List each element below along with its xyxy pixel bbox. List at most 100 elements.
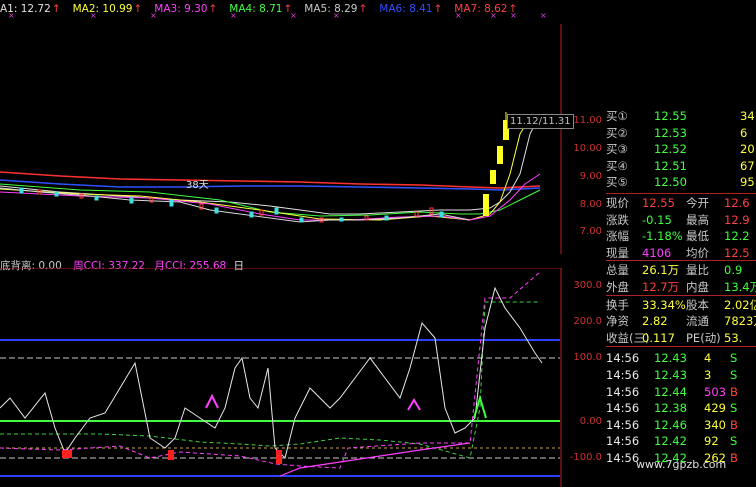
stat-row: 现价 12.55 今开 12.6 bbox=[606, 195, 756, 211]
stat-label: 换手 bbox=[606, 297, 629, 312]
stat-row: 现量 4106 均价 12.5 bbox=[606, 245, 756, 261]
tick-volume: 92 bbox=[704, 434, 719, 449]
stat-label: 净资 bbox=[606, 314, 629, 329]
bid-price: 12.51 bbox=[654, 158, 687, 173]
divider bbox=[606, 346, 756, 348]
stat-label: 总量 bbox=[606, 263, 629, 278]
bid-price: 12.52 bbox=[654, 142, 687, 157]
bid-label: 买⑤ bbox=[606, 175, 628, 190]
tick-price: 12.42 bbox=[654, 434, 687, 449]
stat-row: 外盘 12.7万 内盘 13.4万 bbox=[606, 279, 756, 295]
stat-label: 内盘 bbox=[686, 280, 709, 294]
price-kline-chart[interactable]: 38天 bbox=[0, 24, 562, 254]
stat-value: 2.02亿 bbox=[724, 297, 756, 312]
stat-value: -1.18% bbox=[642, 229, 683, 244]
tick-time: 14:56 bbox=[606, 384, 640, 399]
stat-value: 12.9 bbox=[724, 212, 750, 227]
price-tick: 10.00 bbox=[573, 143, 602, 154]
tick-price: 12.43 bbox=[654, 351, 687, 366]
tick-side: B bbox=[730, 384, 738, 399]
tick-volume: 503 bbox=[704, 384, 726, 399]
bid-price: 12.50 bbox=[654, 175, 687, 190]
annotation-38-days: 38天 bbox=[186, 180, 209, 191]
stat-label: 流通 bbox=[686, 314, 709, 329]
bid-label: 买① bbox=[606, 109, 628, 123]
tick-volume: 340 bbox=[704, 417, 726, 432]
cci-tick: 300.0 bbox=[573, 280, 602, 291]
cci-indicator-chart[interactable] bbox=[0, 268, 562, 487]
stat-label: 现价 bbox=[606, 196, 629, 210]
tick-price: 12.44 bbox=[654, 384, 687, 399]
stat-label: 现量 bbox=[606, 245, 629, 260]
bid-volume: 34 bbox=[740, 109, 755, 123]
stat-label: 量比 bbox=[686, 263, 709, 278]
tick-time: 14:56 bbox=[606, 351, 640, 366]
bid-row: 买① 12.55 34 bbox=[606, 108, 756, 124]
signal-marks-row: × × × × × × × × × × bbox=[8, 11, 547, 20]
cci-tick: 100.0 bbox=[573, 352, 602, 363]
stat-row: 净资 2.82 流通 7823万 bbox=[606, 313, 756, 329]
price-tick: 9.00 bbox=[579, 171, 602, 182]
stat-value: 7823万 bbox=[724, 314, 756, 329]
bid-volume: 95 bbox=[740, 175, 755, 190]
stat-value: 12.2 bbox=[724, 229, 750, 244]
tick-side: S bbox=[730, 401, 738, 416]
tick-row: 14:56 12.44 503 B bbox=[606, 384, 756, 400]
price-tick: 8.00 bbox=[579, 199, 602, 210]
bid-price: 12.55 bbox=[654, 109, 687, 123]
price-axis: 11.00 10.00 9.00 8.00 7.00 bbox=[562, 110, 606, 250]
bid-row: 买⑤ 12.50 95 bbox=[606, 174, 756, 190]
tick-row: 14:56 12.42 92 S bbox=[606, 433, 756, 449]
tick-volume: 4 bbox=[704, 351, 712, 366]
bid-row: 买④ 12.51 67 bbox=[606, 158, 756, 174]
stat-label: 涨幅 bbox=[606, 229, 629, 244]
divider bbox=[606, 260, 756, 262]
stat-label: 涨跌 bbox=[606, 212, 629, 227]
tick-time: 14:56 bbox=[606, 368, 640, 382]
stat-value: 4106 bbox=[642, 245, 672, 260]
bid-volume: 6 bbox=[740, 125, 748, 140]
stat-row: 总量 26.1万 量比 0.9 bbox=[606, 262, 756, 278]
stat-value: 0.9 bbox=[724, 263, 743, 278]
tick-side: S bbox=[730, 351, 738, 366]
stat-value: -0.15 bbox=[642, 212, 672, 227]
stat-row: 涨幅 -1.18% 最低 12.2 bbox=[606, 228, 756, 244]
tick-price: 12.46 bbox=[654, 417, 687, 432]
stat-label: 均价 bbox=[686, 245, 709, 260]
tick-time: 14:56 bbox=[606, 401, 640, 416]
price-tick: 7.00 bbox=[579, 226, 602, 237]
tick-row: 14:56 12.43 3 S bbox=[606, 367, 756, 383]
bid-label: 买③ bbox=[606, 142, 628, 157]
tick-volume: 429 bbox=[704, 401, 726, 416]
stat-row: 收益(三) 0.117 PE(动) 53. bbox=[606, 330, 756, 346]
stat-value: 12.7万 bbox=[642, 280, 680, 294]
stat-value: 26.1万 bbox=[642, 263, 680, 278]
cci-tick: 200.0 bbox=[573, 316, 602, 327]
tick-time: 14:56 bbox=[606, 451, 640, 465]
stat-label: 外盘 bbox=[606, 280, 629, 294]
bid-row: 买② 12.53 6 bbox=[606, 125, 756, 141]
quote-panel: 买① 12.55 34 买② 12.53 6 买③ 12.52 20 买④ 12.51 67 买⑤ 12.… bbox=[606, 106, 756, 487]
stat-value: 33.34% bbox=[642, 297, 686, 312]
divider bbox=[606, 294, 756, 296]
cci-tick: 0.00 bbox=[579, 416, 602, 427]
stat-value: 12.6 bbox=[724, 196, 750, 210]
stat-value: 0.117 bbox=[642, 330, 675, 345]
stat-label: PE(动) bbox=[686, 330, 721, 345]
tick-price: 12.38 bbox=[654, 401, 687, 416]
tick-side: S bbox=[730, 368, 738, 382]
tick-row: 14:56 12.46 340 B bbox=[606, 417, 756, 433]
tick-volume: 3 bbox=[704, 368, 712, 382]
bid-row: 买③ 12.52 20 bbox=[606, 141, 756, 157]
tick-row: 14:56 12.38 429 S bbox=[606, 400, 756, 416]
cci-axis: 300.0 200.0 100.0 0.00 -100.0 bbox=[562, 268, 606, 487]
stat-value: 12.5 bbox=[724, 245, 750, 260]
stat-value: 12.55 bbox=[642, 196, 675, 210]
stat-row: 换手 33.34% 股本 2.02亿 bbox=[606, 297, 756, 313]
bid-volume: 20 bbox=[740, 142, 755, 157]
stat-label: 最高 bbox=[686, 212, 709, 227]
tick-row: 14:56 12.43 4 S bbox=[606, 350, 756, 366]
watermark: www.7gpzb.com bbox=[636, 458, 727, 471]
bid-volume: 67 bbox=[740, 158, 755, 173]
stat-label: 股本 bbox=[686, 297, 709, 312]
